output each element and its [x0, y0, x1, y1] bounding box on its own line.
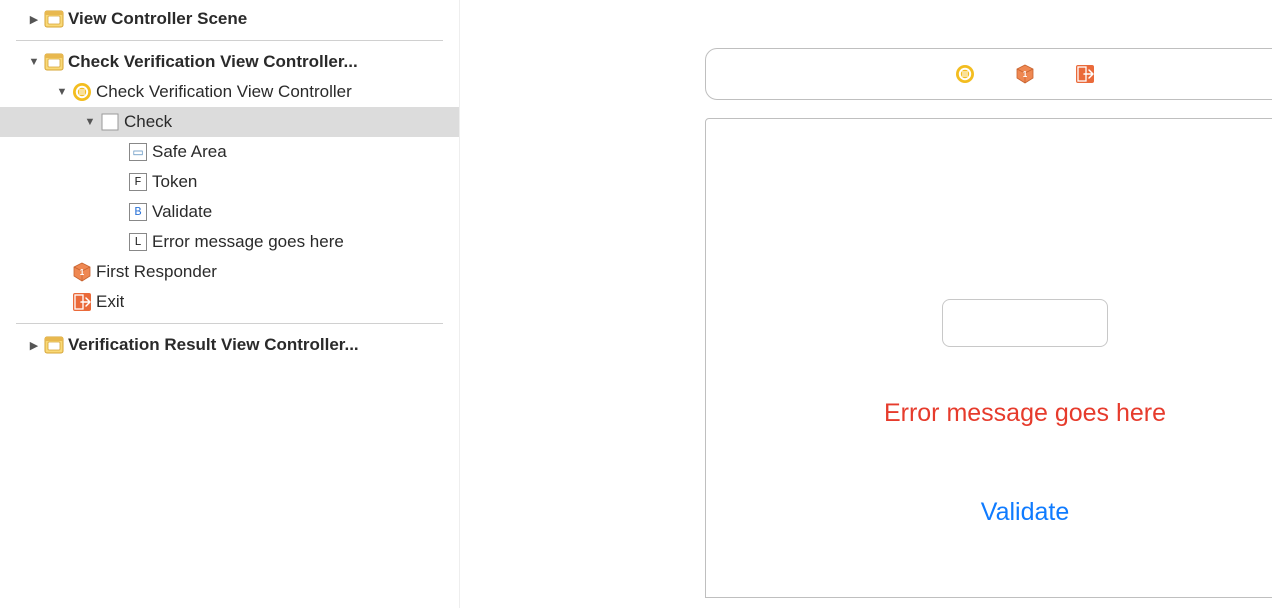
outline-button-validate[interactable]: B Validate	[0, 197, 459, 227]
exit-icon[interactable]	[1075, 64, 1095, 84]
first-responder-icon	[72, 262, 92, 282]
outline-first-responder[interactable]: First Responder	[0, 257, 459, 287]
disclosure-triangle-icon[interactable]: ▼	[28, 56, 40, 68]
outline-label: First Responder	[96, 262, 217, 282]
outline-exit[interactable]: Exit	[0, 287, 459, 317]
outline-view-check[interactable]: ▼ Check	[0, 107, 459, 137]
device-view[interactable]: Error message goes here Validate	[705, 118, 1272, 598]
outline-label: Exit	[96, 292, 124, 312]
validate-button[interactable]: Validate	[981, 498, 1070, 527]
token-input[interactable]	[942, 299, 1108, 347]
error-message-label: Error message goes here	[884, 399, 1166, 428]
storyboard-scene-icon	[44, 52, 64, 72]
scene-dock[interactable]	[705, 48, 1272, 100]
disclosure-triangle-icon[interactable]: ▼	[56, 86, 68, 98]
disclosure-triangle-icon[interactable]: ▶	[28, 13, 40, 25]
document-outline: ▶ View Controller Scene ▼ Check Verifica…	[0, 0, 460, 608]
exit-icon	[72, 292, 92, 312]
storyboard-scene-icon	[44, 9, 64, 29]
outline-label: Validate	[152, 202, 212, 222]
view-controller-icon[interactable]	[955, 64, 975, 84]
outline-scene-verification-result[interactable]: ▶ Verification Result View Controller...	[0, 330, 459, 360]
outline-label: Check	[124, 112, 172, 132]
button-icon: B	[128, 202, 148, 222]
first-responder-icon[interactable]	[1015, 64, 1035, 84]
outline-safe-area[interactable]: ▭ Safe Area	[0, 137, 459, 167]
outline-label: Safe Area	[152, 142, 227, 162]
uiview-icon	[100, 112, 120, 132]
outline-label: View Controller Scene	[68, 9, 247, 29]
outline-label: Error message goes here	[152, 232, 344, 252]
outline-scene-check-verification[interactable]: ▼ Check Verification View Controller...	[0, 47, 459, 77]
outline-label: Verification Result View Controller...	[68, 335, 359, 355]
outline-view-controller[interactable]: ▼ Check Verification View Controller	[0, 77, 459, 107]
separator	[16, 323, 443, 324]
outline-label: Check Verification View Controller	[96, 82, 352, 102]
disclosure-triangle-icon[interactable]: ▼	[84, 116, 96, 128]
view-controller-icon	[72, 82, 92, 102]
label-icon: L	[128, 232, 148, 252]
outline-label-error[interactable]: L Error message goes here	[0, 227, 459, 257]
storyboard-scene-icon	[44, 335, 64, 355]
outline-label: Token	[152, 172, 197, 192]
interface-builder-canvas[interactable]: Error message goes here Validate	[460, 0, 1272, 608]
safe-area-icon: ▭	[128, 142, 148, 162]
separator	[16, 40, 443, 41]
outline-scene-view-controller[interactable]: ▶ View Controller Scene	[0, 4, 459, 34]
disclosure-triangle-icon[interactable]: ▶	[28, 339, 40, 351]
textfield-icon: F	[128, 172, 148, 192]
outline-textfield-token[interactable]: F Token	[0, 167, 459, 197]
outline-label: Check Verification View Controller...	[68, 52, 358, 72]
